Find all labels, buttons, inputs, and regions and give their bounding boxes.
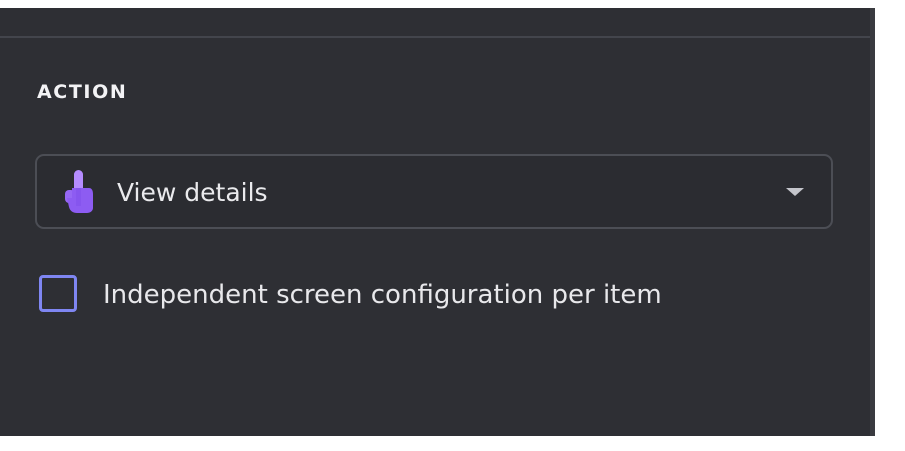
section-title: ACTION [37, 81, 128, 103]
independent-config-label[interactable]: Independent screen configuration per ite… [103, 279, 662, 311]
tap-finger-icon [65, 170, 93, 213]
chevron-down-icon [786, 188, 804, 196]
selected-action-label: View details [117, 178, 268, 207]
independent-config-checkbox[interactable] [39, 275, 77, 312]
section-divider [0, 36, 870, 38]
panel-right-border [870, 8, 875, 436]
action-select[interactable]: View details [35, 154, 833, 229]
